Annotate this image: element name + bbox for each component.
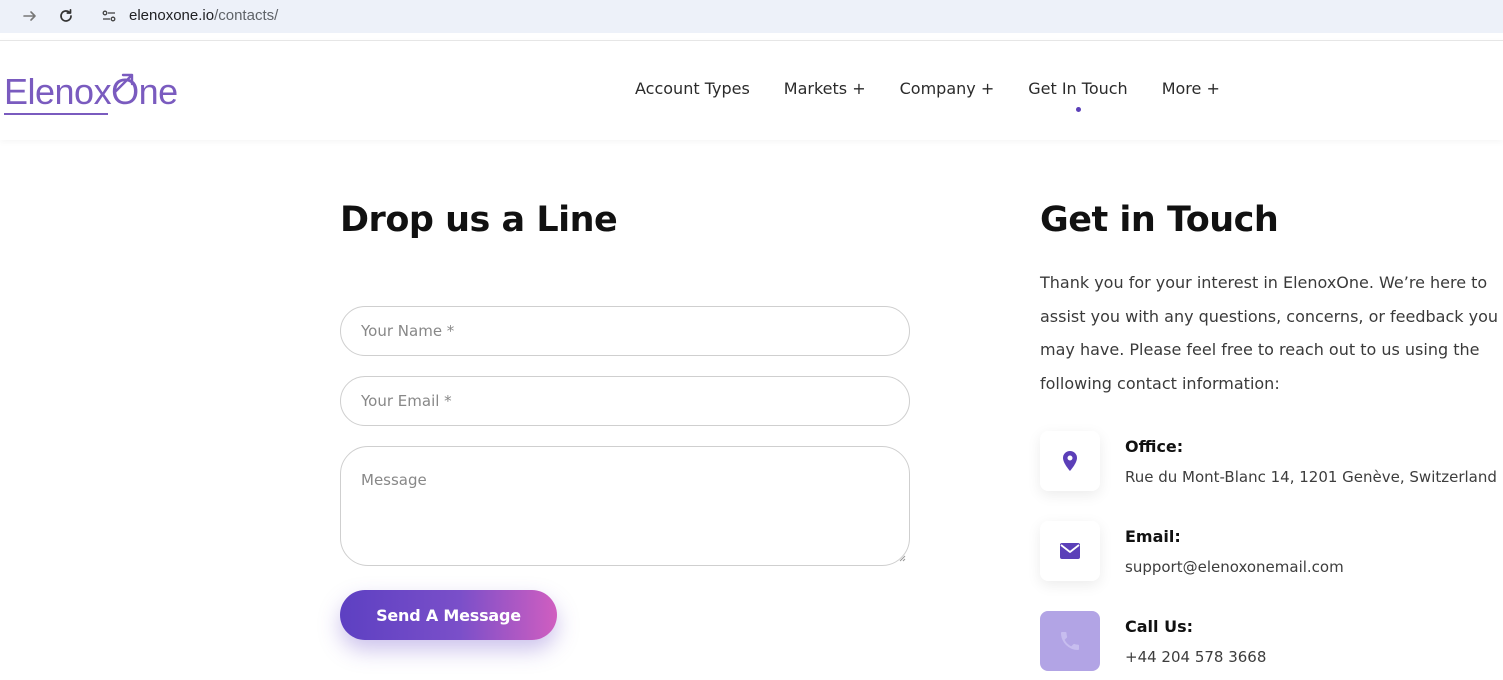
office-address: Rue du Mont-Blanc 14, 1201 Genève, Switz… bbox=[1125, 468, 1497, 486]
nav-company[interactable]: Company + bbox=[900, 79, 995, 98]
main-nav: Account Types Markets + Company + Get In… bbox=[635, 79, 1254, 112]
location-pin-icon bbox=[1063, 451, 1077, 471]
forward-arrow-icon[interactable] bbox=[19, 5, 41, 27]
email-placeholder: Your Email * bbox=[361, 392, 452, 410]
form-title: Drop us a Line bbox=[340, 200, 618, 240]
nav-get-in-touch[interactable]: Get In Touch bbox=[1028, 79, 1128, 112]
contact-title: Get in Touch bbox=[1040, 200, 1279, 240]
url-path: /contacts/ bbox=[214, 7, 279, 24]
phone-number[interactable]: +44 204 578 3668 bbox=[1125, 648, 1266, 666]
email-icon-box bbox=[1040, 521, 1100, 581]
browser-toolbar: elenoxone.io/contacts/ bbox=[0, 0, 1503, 33]
message-placeholder: Message bbox=[361, 471, 427, 489]
reload-icon[interactable] bbox=[55, 5, 77, 27]
office-icon-box bbox=[1040, 431, 1100, 491]
name-placeholder: Your Name * bbox=[361, 322, 455, 340]
email-input[interactable]: Your Email * bbox=[340, 376, 910, 426]
logo-arrow-icon bbox=[114, 73, 134, 93]
nav-account-types[interactable]: Account Types bbox=[635, 79, 750, 98]
phone-icon bbox=[1061, 632, 1079, 650]
logo-underline bbox=[4, 113, 108, 115]
url-domain: elenoxone.io bbox=[129, 7, 215, 24]
phone-icon-box bbox=[1040, 611, 1100, 671]
logo[interactable]: ElenoxOne bbox=[4, 67, 178, 117]
logo-text: ElenoxOne bbox=[4, 71, 178, 112]
envelope-icon bbox=[1060, 543, 1080, 559]
address-bar[interactable]: elenoxone.io/contacts/ bbox=[129, 7, 278, 24]
nav-markets[interactable]: Markets + bbox=[784, 79, 866, 98]
resize-grip-icon[interactable] bbox=[898, 554, 906, 562]
send-message-button[interactable]: Send A Message bbox=[340, 590, 557, 640]
office-label: Office: bbox=[1125, 437, 1184, 456]
phone-label: Call Us: bbox=[1125, 617, 1193, 636]
site-info-icon[interactable] bbox=[98, 5, 120, 27]
email-address[interactable]: support@elenoxonemail.com bbox=[1125, 558, 1344, 576]
contact-intro: Thank you for your interest in ElenoxOne… bbox=[1040, 273, 1499, 393]
message-textarea[interactable]: Message bbox=[340, 446, 910, 566]
nav-more[interactable]: More + bbox=[1162, 79, 1220, 98]
name-input[interactable]: Your Name * bbox=[340, 306, 910, 356]
site-header: ElenoxOne Account Types Markets + Compan… bbox=[0, 40, 1503, 140]
email-label: Email: bbox=[1125, 527, 1181, 546]
